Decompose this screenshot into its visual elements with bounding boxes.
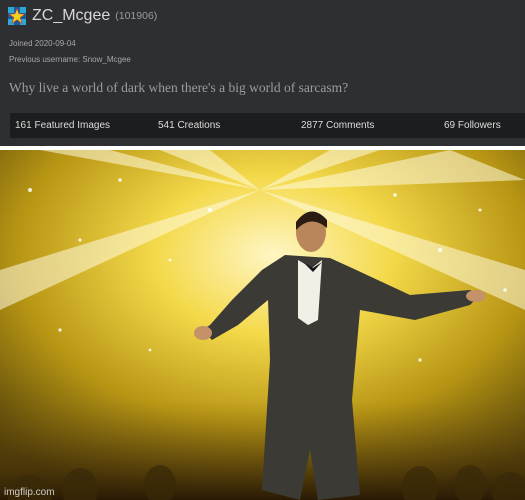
stat-creations[interactable]: 541 Creations [158, 113, 220, 138]
profile-bio: Why live a world of dark when there's a … [9, 80, 349, 95]
stat-followers[interactable]: 69 Followers [444, 113, 501, 138]
username: ZC_Mcgee [32, 7, 111, 24]
joined-date: Joined 2020-09-04 [9, 39, 76, 48]
profile-header: ZC_Mcgee (101906) Joined 2020-09-04 Prev… [0, 0, 525, 146]
meme-image: imgflip.com [0, 150, 525, 500]
stat-comments[interactable]: 2877 Comments [301, 113, 374, 138]
meme-illustration [0, 150, 525, 500]
stat-featured-images[interactable]: 161 Featured Images [15, 113, 110, 138]
previous-username: Previous username: Snow_Mcgee [9, 55, 131, 64]
profile-title-row: ZC_Mcgee (101906) [8, 7, 157, 25]
checkered-star-icon[interactable] [8, 7, 26, 25]
user-id: (101906) [115, 10, 158, 22]
stats-bar: 161 Featured Images 541 Creations 2877 C… [10, 113, 525, 138]
imgflip-watermark: imgflip.com [4, 487, 55, 498]
